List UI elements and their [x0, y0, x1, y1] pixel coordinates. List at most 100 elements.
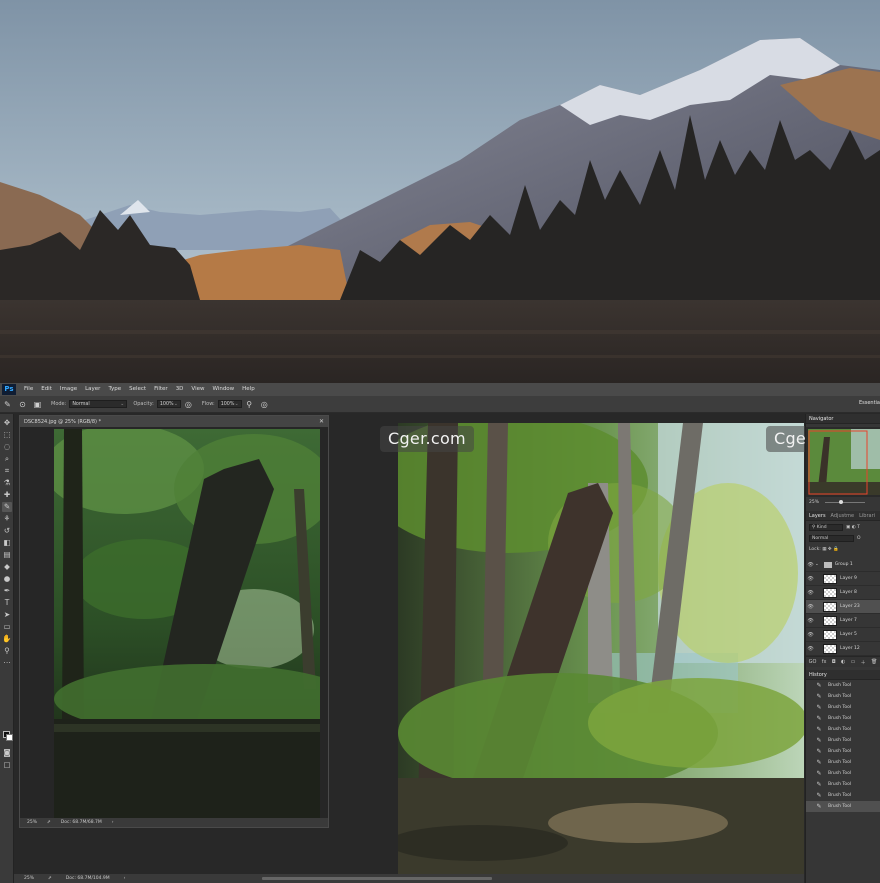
chevron-right-icon[interactable]: ›: [124, 876, 126, 881]
screen-mode-icon[interactable]: ▢: [2, 760, 12, 770]
history-brush-tool-icon[interactable]: ↺: [2, 526, 12, 536]
blend-mode-select[interactable]: Normal: [809, 535, 854, 542]
opacity-input[interactable]: 100% ⌄: [156, 400, 181, 408]
tab-libraries[interactable]: Librari: [859, 511, 875, 520]
history-item[interactable]: ✎ Brush Tool: [806, 713, 880, 724]
shape-tool-icon[interactable]: ▭: [2, 622, 12, 632]
brush-size-icon[interactable]: ⊙: [18, 400, 27, 409]
fx-button[interactable]: fx: [822, 659, 827, 665]
layer-row-group[interactable]: 👁 ⌄ Group 1: [806, 558, 880, 572]
history-item[interactable]: ✎ Brush Tool: [806, 768, 880, 779]
layer-filter-kind[interactable]: ⚲ Kind: [809, 524, 843, 531]
brush-preset-icon[interactable]: ✎: [3, 400, 12, 409]
healing-tool-icon[interactable]: ✚: [2, 490, 12, 500]
clone-stamp-tool-icon[interactable]: ⚘: [2, 514, 12, 524]
chevron-down-icon[interactable]: ⌄: [815, 562, 819, 567]
eye-icon[interactable]: 👁: [806, 576, 815, 582]
layer-row[interactable]: 👁 Layer 7: [806, 614, 880, 628]
workspace-switcher[interactable]: Essentia: [859, 400, 880, 406]
horizontal-scrollbar[interactable]: [262, 877, 492, 880]
main-document-info[interactable]: Doc: 68.7M/104.9M: [66, 876, 110, 881]
eye-icon[interactable]: 👁: [806, 618, 815, 624]
close-icon[interactable]: ✕: [319, 418, 324, 425]
layer-row[interactable]: 👁 Layer 12: [806, 642, 880, 656]
link-layers-button[interactable]: GO: [809, 659, 817, 665]
menu-edit[interactable]: Edit: [37, 383, 56, 396]
marquee-tool-icon[interactable]: ⬚: [2, 430, 12, 440]
layer-row[interactable]: 👁 Layer 8: [806, 586, 880, 600]
menu-select[interactable]: Select: [125, 383, 150, 396]
new-layer-icon[interactable]: ＋: [861, 659, 866, 666]
history-item[interactable]: ✎ Brush Tool: [806, 790, 880, 801]
navigator-panel-tab[interactable]: Navigator: [806, 414, 880, 424]
quick-select-tool-icon[interactable]: ⌕: [2, 454, 12, 464]
lasso-tool-icon[interactable]: ◌: [2, 442, 12, 452]
menu-help[interactable]: Help: [238, 383, 259, 396]
layer-row[interactable]: 👁 Layer 9: [806, 572, 880, 586]
gradient-tool-icon[interactable]: ▤: [2, 550, 12, 560]
eye-icon[interactable]: 👁: [806, 632, 815, 638]
history-item[interactable]: ✎ Brush Tool: [806, 779, 880, 790]
trash-icon[interactable]: 🗑: [871, 659, 877, 665]
brush-panel-icon[interactable]: ▣: [33, 400, 42, 409]
eraser-tool-icon[interactable]: ◧: [2, 538, 12, 548]
filter-pixel-icon[interactable]: ▣: [846, 525, 850, 530]
document-info[interactable]: Doc: 68.7M/68.7M: [61, 820, 102, 825]
zoom-slider-handle[interactable]: [839, 499, 844, 504]
document-tab[interactable]: DSC8524.jpg @ 25% (RGB/8) * ✕: [20, 416, 328, 427]
history-item[interactable]: ✎ Brush Tool: [806, 757, 880, 768]
main-painting-canvas[interactable]: [398, 423, 804, 874]
history-item[interactable]: ✎ Brush Tool: [806, 746, 880, 757]
add-mask-icon[interactable]: ◘: [832, 659, 836, 665]
eye-icon[interactable]: 👁: [806, 562, 815, 568]
quick-mask-icon[interactable]: ◙: [2, 748, 12, 758]
tab-adjustments[interactable]: Adjustme: [831, 511, 855, 520]
eye-icon[interactable]: 👁: [806, 590, 815, 596]
navigator-thumbnail[interactable]: [806, 427, 880, 497]
lock-icon[interactable]: ▦: [822, 547, 826, 552]
background-color-swatch[interactable]: [6, 734, 13, 741]
layer-row-selected[interactable]: 👁 Layer 23: [806, 600, 880, 614]
eye-icon[interactable]: 👁: [806, 646, 815, 652]
pen-tool-icon[interactable]: ✒: [2, 586, 12, 596]
history-item[interactable]: ✎ Brush Tool: [806, 735, 880, 746]
path-select-tool-icon[interactable]: ➤: [2, 610, 12, 620]
menu-3d[interactable]: 3D: [172, 383, 188, 396]
tab-layers[interactable]: Layers: [809, 511, 826, 520]
eye-icon[interactable]: 👁: [806, 604, 815, 610]
menu-image[interactable]: Image: [56, 383, 81, 396]
filter-adjust-icon[interactable]: ◐: [852, 525, 856, 530]
pressure-size-icon[interactable]: ◎: [260, 400, 269, 409]
pressure-opacity-icon[interactable]: ◎: [184, 400, 193, 409]
main-zoom[interactable]: 25%: [24, 876, 34, 881]
more-tools-icon[interactable]: ⋯: [2, 658, 12, 668]
airbrush-icon[interactable]: ⚲: [245, 400, 254, 409]
layer-row[interactable]: 👁 Layer 5: [806, 628, 880, 642]
type-tool-icon[interactable]: T: [2, 598, 12, 608]
document-zoom[interactable]: 25%: [27, 820, 37, 825]
history-item[interactable]: ✎ Brush Tool: [806, 724, 880, 735]
menu-layer[interactable]: Layer: [81, 383, 104, 396]
new-group-icon[interactable]: ▭: [851, 659, 856, 665]
flow-input[interactable]: 100% ⌄: [217, 400, 242, 408]
filter-type-icon[interactable]: T: [857, 525, 860, 530]
history-item[interactable]: ✎ Brush Tool: [806, 680, 880, 691]
crop-tool-icon[interactable]: ⌗: [2, 466, 12, 476]
blur-tool-icon[interactable]: ◆: [2, 562, 12, 572]
history-item[interactable]: ✎ Brush Tool: [806, 691, 880, 702]
chevron-right-icon[interactable]: ›: [112, 820, 114, 825]
lock-position-icon[interactable]: ✥: [828, 547, 832, 552]
zoom-slider[interactable]: [825, 499, 866, 504]
mode-select[interactable]: Normal ⌄: [69, 400, 128, 408]
share-icon[interactable]: ⇗: [47, 820, 51, 825]
menu-view[interactable]: View: [187, 383, 208, 396]
share-icon[interactable]: ⇗: [48, 876, 52, 881]
zoom-tool-icon[interactable]: ⚲: [2, 646, 12, 656]
eyedropper-tool-icon[interactable]: ⚗: [2, 478, 12, 488]
hand-tool-icon[interactable]: ✋: [2, 634, 12, 644]
menu-filter[interactable]: Filter: [150, 383, 172, 396]
history-item[interactable]: ✎ Brush Tool: [806, 702, 880, 713]
menu-type[interactable]: Type: [104, 383, 125, 396]
menu-file[interactable]: File: [20, 383, 37, 396]
history-panel-tab[interactable]: History: [806, 670, 880, 680]
